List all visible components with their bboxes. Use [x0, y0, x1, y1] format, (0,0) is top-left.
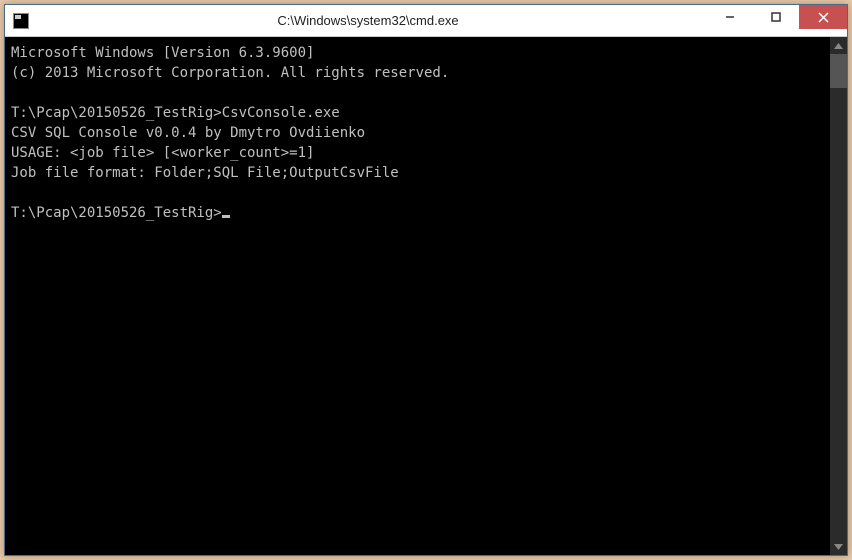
window-title: C:\Windows\system32\cmd.exe [29, 13, 707, 28]
scroll-thumb[interactable] [830, 54, 847, 88]
cmd-icon [13, 13, 29, 29]
window-controls [707, 5, 847, 36]
cursor [222, 215, 230, 218]
console-output: Microsoft Windows [Version 6.3.9600] (c)… [5, 37, 830, 555]
console-area[interactable]: Microsoft Windows [Version 6.3.9600] (c)… [5, 37, 847, 555]
scroll-down-button[interactable] [830, 538, 847, 555]
cmd-window: C:\Windows\system32\cmd.exe Microsoft Wi… [4, 4, 848, 556]
maximize-button[interactable] [753, 5, 799, 29]
scrollbar[interactable] [830, 37, 847, 555]
minimize-button[interactable] [707, 5, 753, 29]
titlebar[interactable]: C:\Windows\system32\cmd.exe [5, 5, 847, 37]
scroll-up-button[interactable] [830, 37, 847, 54]
close-button[interactable] [799, 5, 847, 29]
